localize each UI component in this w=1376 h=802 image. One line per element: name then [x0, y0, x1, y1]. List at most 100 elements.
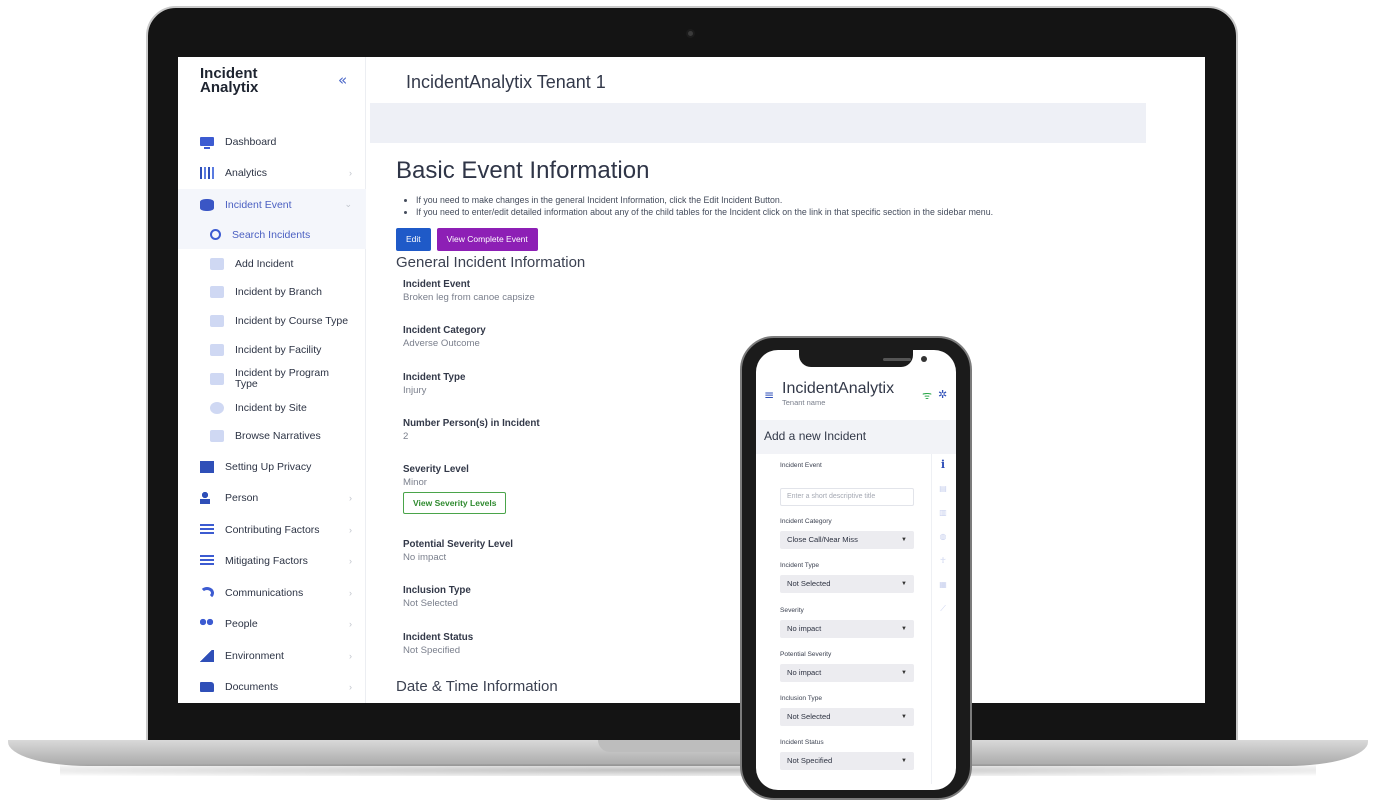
- gear-icon[interactable]: ✲: [938, 388, 947, 401]
- page-title: Basic Event Information: [396, 157, 650, 184]
- chevron-right-icon: ›: [349, 556, 352, 567]
- sidebar-item-label: Browse Narratives: [235, 430, 321, 443]
- sidebar-item-browse-narratives[interactable]: Browse Narratives: [178, 422, 366, 451]
- document-icon: [200, 460, 214, 473]
- plus-icon: [210, 257, 224, 270]
- sidebar-item-communications[interactable]: Communications ›: [178, 577, 366, 609]
- signal-icon: [200, 586, 214, 599]
- person-icon[interactable]: ☥: [938, 556, 948, 566]
- bar-chart-icon: [200, 167, 214, 180]
- sidebar-item-label: Setting Up Privacy: [225, 460, 312, 473]
- sidebar-item-label: Analytics: [225, 167, 268, 180]
- phone-tenant-name: Tenant name: [782, 398, 826, 407]
- caret-down-icon: ▼: [901, 670, 907, 676]
- play-icon: [210, 430, 224, 443]
- monitor-icon: [200, 137, 214, 150]
- incident-type-select[interactable]: Not Selected ▼: [780, 575, 914, 593]
- instruction-item: If you need to make changes in the gener…: [416, 194, 1196, 206]
- sidebar-item-documents[interactable]: Documents ›: [178, 671, 366, 703]
- person-icon: [200, 492, 214, 505]
- phone-frame: ≡ IncidentAnalytix Tenant name ᯤ ✲ Add a…: [740, 336, 972, 800]
- chevron-down-icon: ⌄: [344, 199, 352, 210]
- top-bar: IncidentAnalytix Tenant 1: [366, 57, 1205, 103]
- sidebar-item-analytics[interactable]: Analytics ›: [178, 158, 366, 190]
- info-icon[interactable]: i: [938, 459, 948, 470]
- sidebar-item-incident-by-site[interactable]: Incident by Site: [178, 393, 366, 422]
- sidebar-item-label: Environment: [225, 649, 284, 662]
- phone-field-label: Incident Type: [780, 562, 820, 569]
- instructions-list: If you need to make changes in the gener…: [416, 194, 1196, 218]
- sidebar-item-incident-by-branch[interactable]: Incident by Branch: [178, 278, 366, 307]
- stage: Incident Analytix « Dashboard Analytics …: [0, 0, 1376, 802]
- building-icon: [210, 344, 224, 357]
- phone-field-label: Potential Severity: [780, 651, 832, 658]
- chevron-right-icon: ›: [349, 493, 352, 504]
- laptop-shadow: [60, 764, 1316, 776]
- sidebar-item-mitigating-factors[interactable]: Mitigating Factors ›: [178, 545, 366, 577]
- caret-down-icon: ▼: [901, 714, 907, 720]
- select-value: Not Selected: [787, 579, 831, 588]
- phone-speaker: [883, 358, 911, 361]
- view-severity-levels-button[interactable]: View Severity Levels: [403, 492, 507, 515]
- list-icon[interactable]: ▦: [938, 580, 948, 590]
- sidebar-item-setting-up-privacy[interactable]: Setting Up Privacy: [178, 451, 366, 483]
- sidebar-item-people[interactable]: People ›: [178, 608, 366, 640]
- sidebar-item-incident-by-program-type[interactable]: Incident by Program Type: [178, 364, 366, 393]
- chevron-right-icon: ›: [349, 650, 352, 661]
- sidebar-item-search-incidents[interactable]: Search Incidents: [178, 220, 366, 250]
- sidebar-item-incident-by-facility[interactable]: Incident by Facility: [178, 336, 366, 365]
- phone-heading-band: Add a new Incident: [756, 420, 956, 454]
- field-label: Incident Category: [403, 325, 486, 337]
- select-value: Not Specified: [787, 756, 833, 765]
- sidebar-item-environment[interactable]: Environment ›: [178, 640, 366, 672]
- tenant-title: IncidentAnalytix Tenant 1: [406, 72, 606, 92]
- sidebar-item-label: Incident by Program Type: [235, 366, 329, 390]
- chart-icon[interactable]: ▥: [938, 508, 948, 518]
- brand-line-2: Analytix: [200, 79, 259, 96]
- phone-app-title: IncidentAnalytix: [782, 380, 895, 397]
- double-chevron-left-icon[interactable]: «: [338, 71, 347, 89]
- globe-icon[interactable]: ◍: [938, 532, 948, 542]
- select-value: No impact: [787, 668, 822, 677]
- severity-select[interactable]: No impact ▼: [780, 620, 914, 638]
- caret-down-icon: ▼: [901, 626, 907, 632]
- globe-icon: [210, 401, 224, 414]
- phone-field-label: Incident Category: [780, 518, 832, 525]
- sidebar-item-incident-by-course-type[interactable]: Incident by Course Type: [178, 307, 366, 336]
- view-complete-event-button[interactable]: View Complete Event: [436, 228, 538, 251]
- sidebar-item-incident-event[interactable]: Incident Event ⌄: [178, 189, 366, 221]
- phone-field-label: Incident Status: [780, 739, 824, 746]
- edit-button[interactable]: Edit: [396, 228, 431, 251]
- potential-severity-select[interactable]: No impact ▼: [780, 664, 914, 682]
- hamburger-menu-icon[interactable]: ≡: [764, 388, 774, 402]
- sidebar-item-label: Dashboard: [225, 135, 277, 148]
- select-value: Close Call/Near Miss: [787, 535, 858, 544]
- link-icon[interactable]: ⟋: [938, 604, 948, 614]
- blocks-icon: [210, 372, 224, 385]
- sidebar-item-label: Communications: [225, 586, 304, 599]
- phone-field-label: Severity: [780, 607, 804, 614]
- chevron-right-icon: ›: [349, 524, 352, 535]
- incident-category-select[interactable]: Close Call/Near Miss ▼: [780, 531, 914, 549]
- sidebar-item-label: Documents: [225, 681, 279, 694]
- incident-status-select[interactable]: Not Specified ▼: [780, 752, 914, 770]
- sidebar-item-label: People: [225, 618, 258, 631]
- sidebar-item-label: Incident Event: [225, 198, 292, 211]
- caret-down-icon: ▼: [901, 581, 907, 587]
- sidebar-item-person[interactable]: Person ›: [178, 482, 366, 514]
- tree-icon: [200, 649, 214, 662]
- checklist-icon: [200, 523, 214, 536]
- incident-event-input[interactable]: Enter a short descriptive title: [780, 488, 914, 506]
- inclusion-type-select[interactable]: Not Selected ▼: [780, 708, 914, 726]
- section-title-general: General Incident Information: [396, 254, 586, 271]
- sidebar-item-label: Incident by Site: [235, 401, 307, 414]
- chart-icon: [210, 315, 224, 328]
- laptop-screen: Incident Analytix « Dashboard Analytics …: [178, 57, 1205, 703]
- sidebar-item-dashboard[interactable]: Dashboard: [178, 126, 366, 158]
- brand-logo[interactable]: Incident Analytix: [200, 66, 260, 96]
- phone-field-label: Inclusion Type: [780, 695, 823, 702]
- document-icon[interactable]: ▤: [938, 484, 948, 494]
- wifi-icon: ᯤ: [922, 389, 933, 402]
- sidebar-item-add-incident[interactable]: Add Incident: [178, 249, 366, 278]
- sidebar-item-contributing-factors[interactable]: Contributing Factors ›: [178, 514, 366, 546]
